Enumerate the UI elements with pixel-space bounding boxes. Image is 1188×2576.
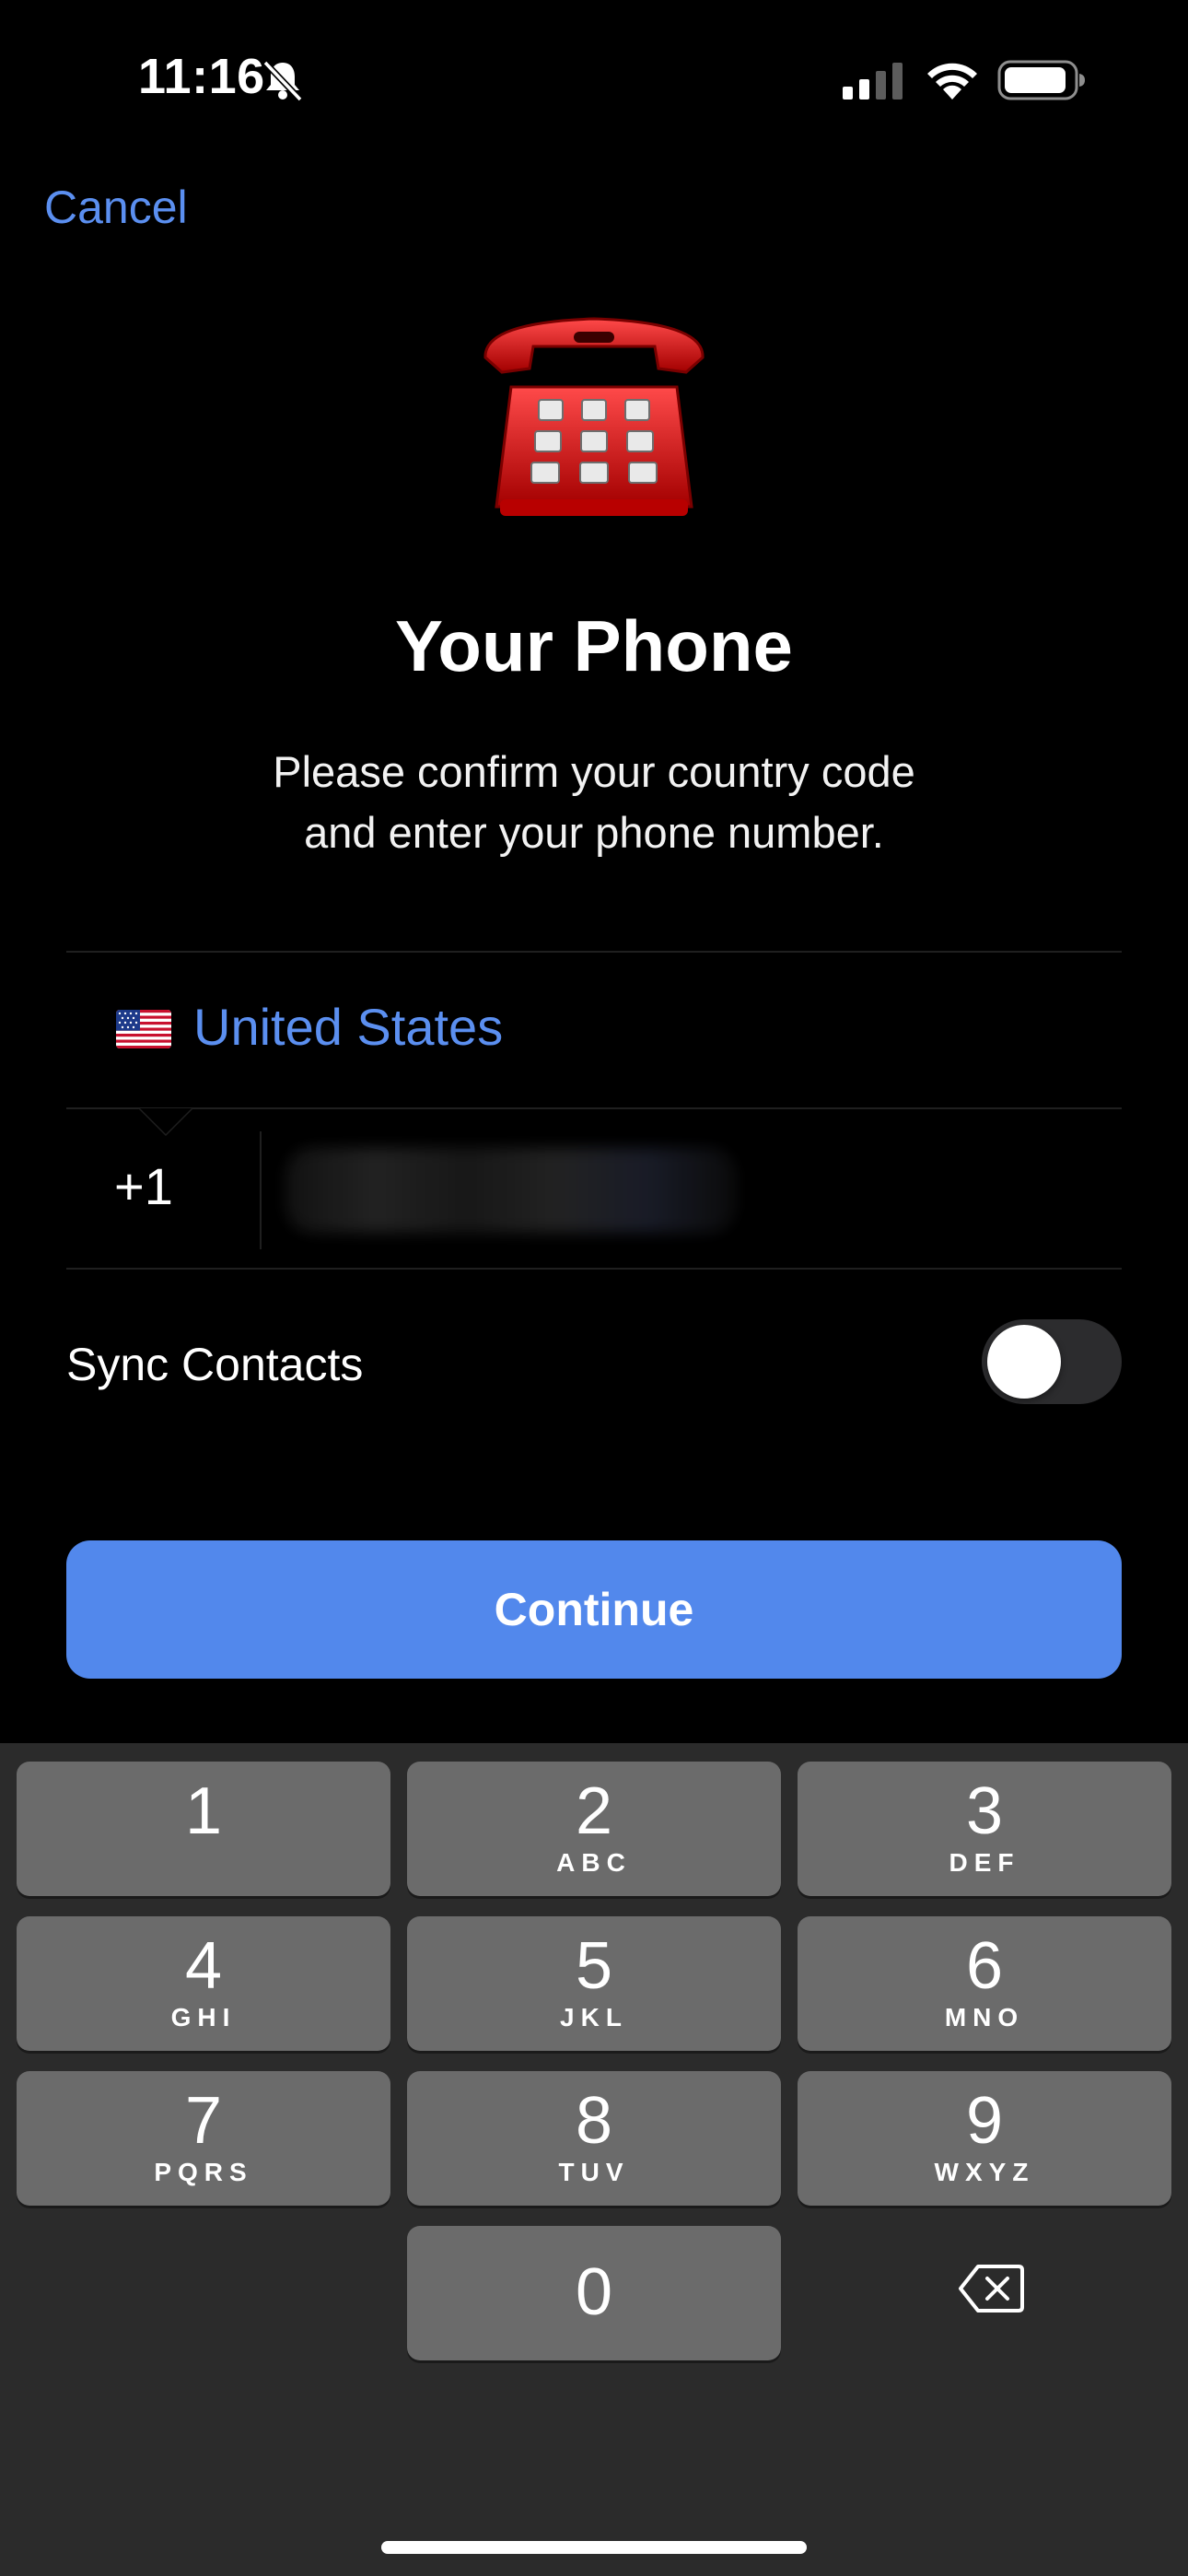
country-code[interactable]: +1: [114, 1156, 173, 1216]
key-4[interactable]: 4 GHI: [17, 1916, 390, 2051]
key-0[interactable]: 0: [407, 2226, 781, 2360]
key-1[interactable]: 1: [17, 1762, 390, 1896]
code-divider: [260, 1131, 262, 1249]
sync-contacts-label: Sync Contacts: [66, 1339, 364, 1390]
key-letters: TUV: [558, 2158, 630, 2186]
key-letters: ABC: [556, 1848, 632, 1877]
key-digit: 1: [184, 1774, 223, 1848]
key-2[interactable]: 2 ABC: [407, 1762, 781, 1896]
page-subtitle: Please confirm your country code and ent…: [0, 742, 1188, 863]
key-letters: MNO: [944, 2003, 1025, 2032]
cancel-button[interactable]: Cancel: [44, 181, 188, 234]
page-title: Your Phone: [395, 605, 793, 686]
key-digit: 4: [184, 1929, 223, 2003]
country-name: United States: [193, 998, 504, 1056]
key-digit: 0: [575, 2255, 613, 2329]
numeric-keypad: 1 2 ABC 3 DEF 4 GHI 5 JKL 6 MNO 7 PQRS 8…: [0, 1743, 1188, 2576]
key-7[interactable]: 7 PQRS: [17, 2071, 390, 2206]
key-9[interactable]: 9 WXYZ: [798, 2071, 1171, 2206]
continue-button[interactable]: Continue: [66, 1540, 1122, 1679]
key-letters: DEF: [949, 1848, 1020, 1877]
status-bar: 11:16: [0, 0, 1188, 157]
key-letters: GHI: [170, 2003, 237, 2032]
key-letters: JKL: [560, 2003, 628, 2032]
backspace-icon[interactable]: [958, 2263, 1024, 2314]
key-digit: 8: [575, 2084, 613, 2158]
country-pointer-fill: [140, 1108, 192, 1134]
status-time: 11:16: [138, 49, 265, 104]
phone-number-input[interactable]: [285, 1148, 737, 1233]
key-digit: 7: [184, 2084, 223, 2158]
wifi-icon: [927, 63, 977, 100]
key-digit: 2: [575, 1774, 613, 1848]
key-6[interactable]: 6 MNO: [798, 1916, 1171, 2051]
key-letters: PQRS: [154, 2158, 253, 2186]
toggle-knob: [987, 1325, 1061, 1399]
key-digit: 9: [965, 2084, 1004, 2158]
key-letters: WXYZ: [934, 2158, 1035, 2186]
silent-bell-icon: [262, 60, 303, 102]
home-indicator[interactable]: [381, 2541, 807, 2554]
key-5[interactable]: 5 JKL: [407, 1916, 781, 2051]
key-digit: 6: [965, 1929, 1004, 2003]
telephone-icon: [483, 317, 705, 516]
subtitle-line-2: and enter your phone number.: [304, 808, 884, 857]
cellular-signal-icon: [843, 63, 903, 100]
key-digit: 3: [965, 1774, 1004, 1848]
divider-country: [66, 1107, 1122, 1109]
us-flag-icon: [116, 1010, 171, 1048]
battery-icon: [997, 60, 1085, 100]
sync-contacts-toggle[interactable]: [982, 1319, 1122, 1404]
subtitle-line-1: Please confirm your country code: [273, 747, 915, 796]
key-digit: 5: [575, 1929, 613, 2003]
key-3[interactable]: 3 DEF: [798, 1762, 1171, 1896]
key-8[interactable]: 8 TUV: [407, 2071, 781, 2206]
divider-phone: [66, 1268, 1122, 1270]
country-selector[interactable]: United States: [66, 953, 1122, 1107]
